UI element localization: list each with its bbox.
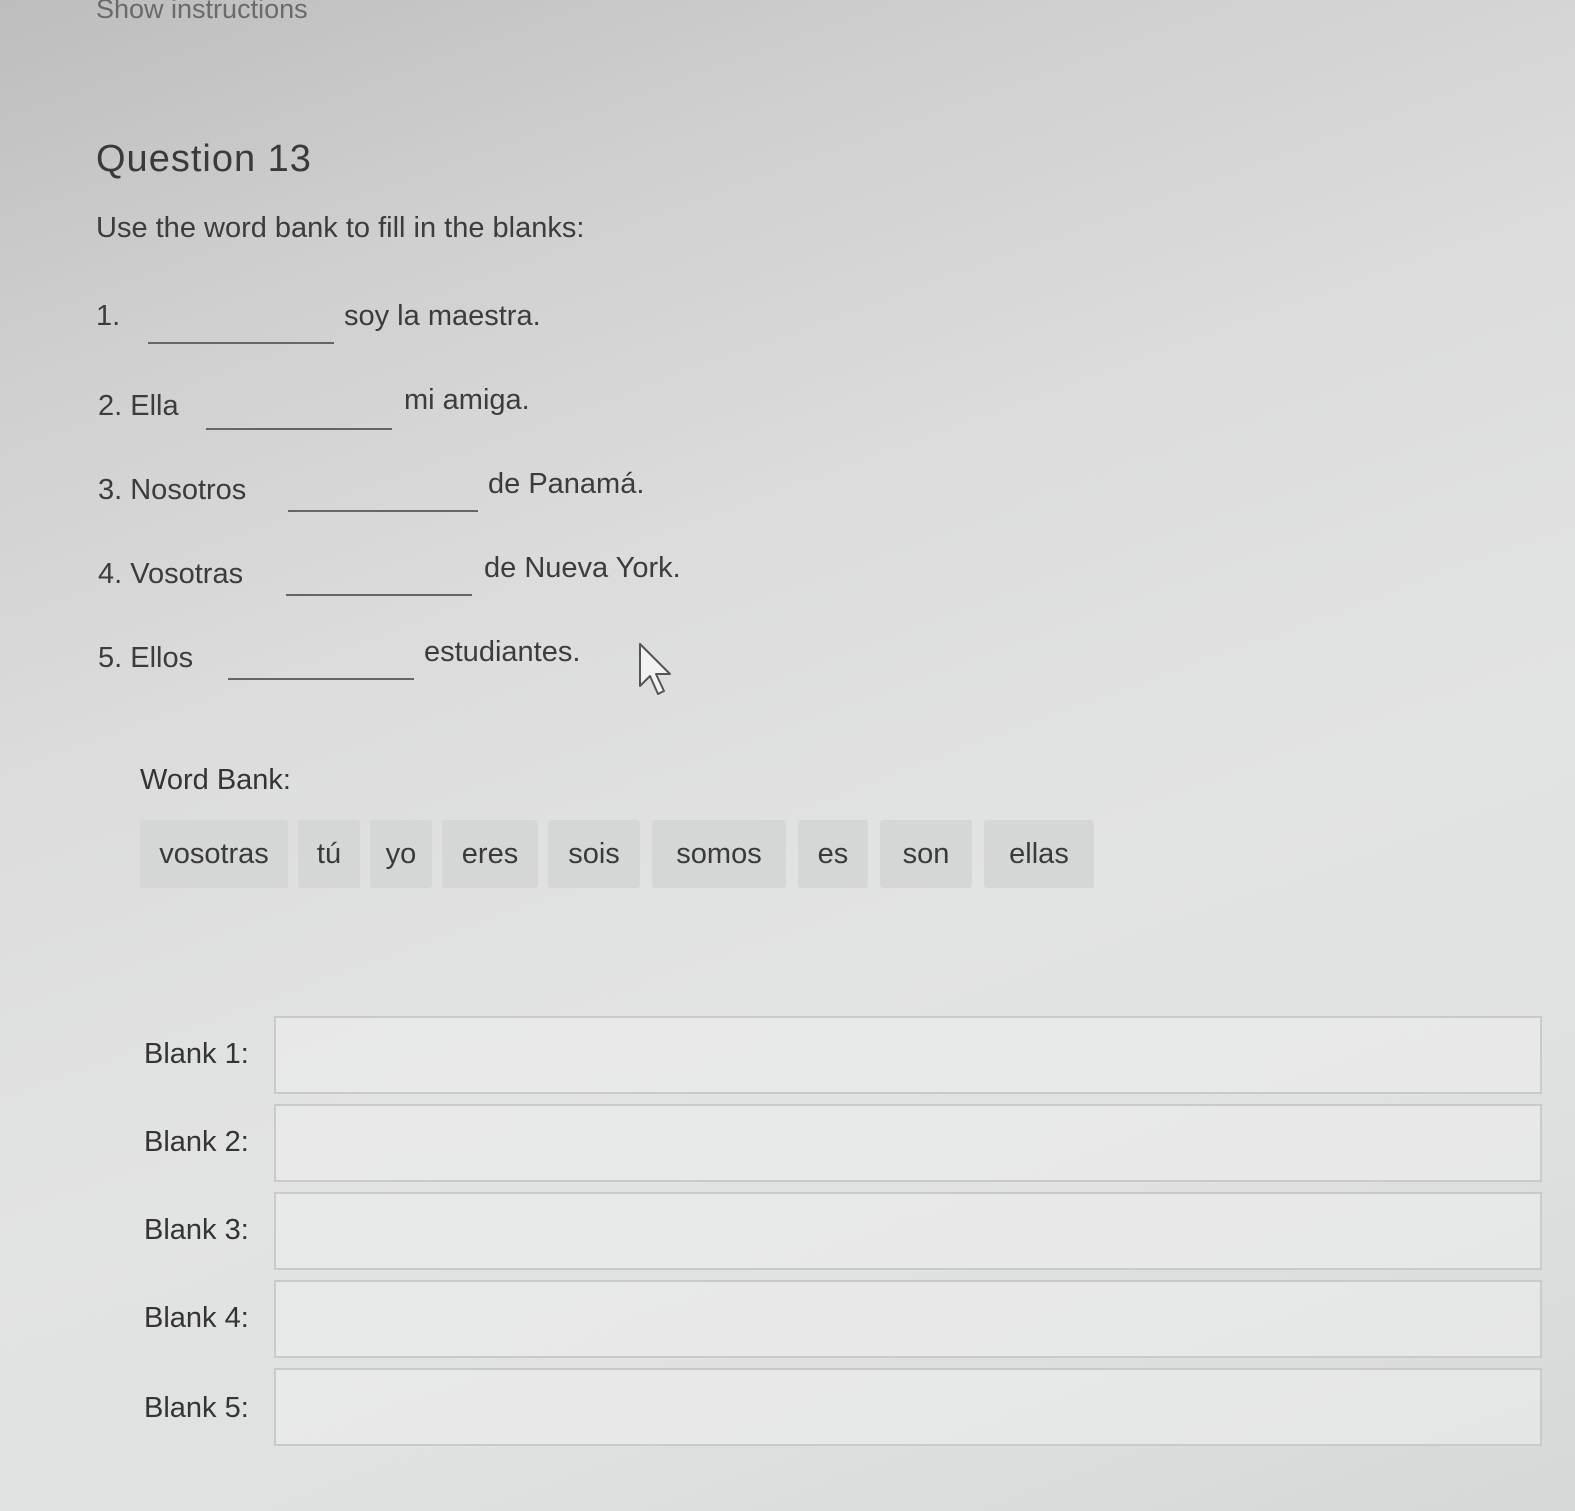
word-chip[interactable]: somos [652,820,786,888]
sentence-rest: de Panamá. [488,468,645,500]
word-chip[interactable]: sois [548,820,640,888]
blank-line [228,678,414,680]
word-chip[interactable]: ellas [984,820,1094,888]
word-bank-label: Word Bank: [140,764,291,796]
mouse-pointer-icon [639,643,671,695]
blank-2-input[interactable] [274,1104,1542,1182]
sentence-rest: estudiantes. [424,636,581,668]
word-chip[interactable]: vosotras [140,820,288,888]
blank-label: Blank 2: [144,1126,249,1158]
instruction-text: Use the word bank to fill in the blanks: [96,212,585,244]
word-chip[interactable]: tú [298,820,360,888]
sentence-prefix: 2. Ella [98,390,179,422]
sentence-item-5: 5. Ellos estudiantes. [98,636,580,680]
sentence-item-1: 1. soy la maestra. [96,300,541,344]
word-chip[interactable]: yo [370,820,432,888]
blank-label: Blank 5: [144,1392,249,1424]
question-title: Question 13 [96,138,312,180]
blank-1-input[interactable] [274,1016,1542,1094]
blank-4-input[interactable] [274,1280,1542,1358]
blank-label: Blank 4: [144,1302,249,1334]
sentence-item-3: 3. Nosotros de Panamá. [98,468,644,512]
blank-line [206,428,392,430]
blank-label: Blank 3: [144,1214,249,1246]
sentence-prefix: 5. Ellos [98,642,194,674]
blank-3-input[interactable] [274,1192,1542,1270]
sentence-rest: mi amiga. [404,384,530,416]
sentence-item-2: 2. Ella mi amiga. [98,384,530,430]
blank-label: Blank 1: [144,1038,249,1070]
blank-line [288,510,478,512]
blank-5-input[interactable] [274,1368,1542,1446]
blank-line [148,342,334,344]
sentence-prefix: 3. Nosotros [98,474,247,506]
word-chip[interactable]: eres [442,820,538,888]
show-instructions-link[interactable]: Show instructions [96,0,308,25]
word-bank: vosotras tú yo eres sois somos es son el… [140,820,1100,888]
blank-line [286,594,472,596]
sentence-item-4: 4. Vosotras de Nueva York. [98,552,681,596]
sentence-rest: soy la maestra. [344,300,541,332]
word-chip[interactable]: es [798,820,868,888]
sentence-rest: de Nueva York. [484,552,681,584]
sentence-prefix: 1. [96,300,121,332]
word-chip[interactable]: son [880,820,972,888]
sentence-prefix: 4. Vosotras [98,558,244,590]
